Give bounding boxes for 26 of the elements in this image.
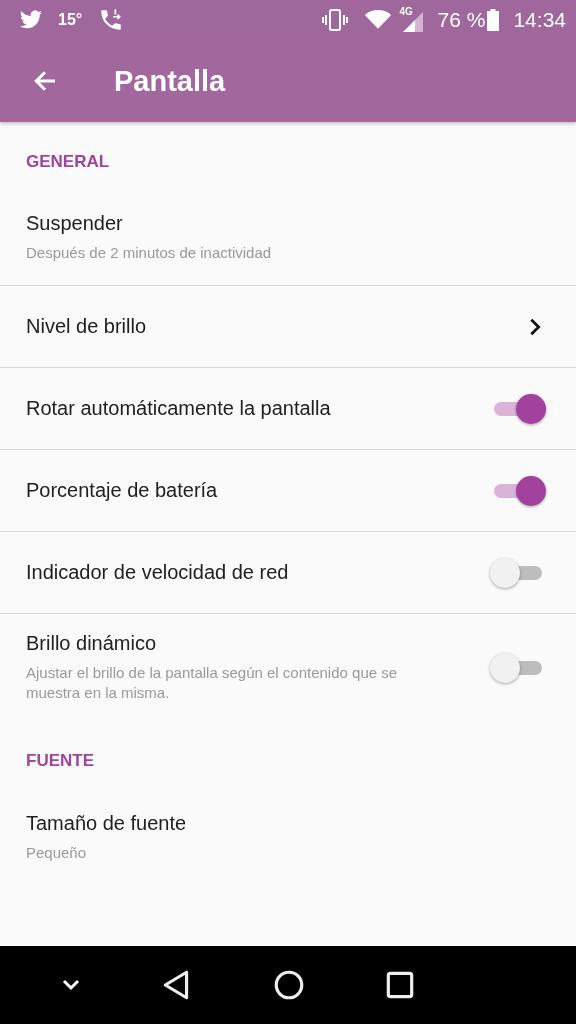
settings-item[interactable]: Indicador de velocidad de red xyxy=(0,532,576,614)
item-title: Porcentaje de batería xyxy=(26,479,218,502)
item-title: Nivel de brillo xyxy=(26,315,147,338)
item-summary: Después de 2 minutos de inactividad xyxy=(26,243,272,263)
item-summary: Ajustar el brillo de la pantalla según el contenido que se muestra en la misma. xyxy=(26,663,399,703)
battery-percent: 76 % xyxy=(437,8,486,32)
screen-title: Pantalla xyxy=(114,64,226,98)
item-title: Brillo dinámico xyxy=(26,632,158,655)
item-title: Suspender xyxy=(26,212,124,235)
vibrate-icon xyxy=(319,8,350,32)
settings-item[interactable]: Rotar automáticamente la pantalla xyxy=(0,368,576,450)
settings-item[interactable]: Nivel de brillo xyxy=(0,286,576,368)
item-title: Indicador de velocidad de red xyxy=(26,561,289,584)
item-title: Tamaño de fuente xyxy=(26,811,187,835)
section-header: FUENTE xyxy=(25,750,95,772)
clock: 14:34 xyxy=(513,8,566,32)
section-header: GENERAL xyxy=(25,151,111,173)
settings-item[interactable]: Tamaño de fuente Pequeño xyxy=(0,789,576,885)
settings-item[interactable]: Porcentaje de batería xyxy=(0,450,576,532)
wifi-icon xyxy=(363,9,392,31)
settings-item[interactable]: Brillo dinámico Ajustar el brillo de la pantalla según el contenido que se muestra en la misma. xyxy=(0,614,576,721)
battery-icon xyxy=(487,9,500,31)
temperature: 15° xyxy=(58,11,83,29)
settings-item[interactable]: Suspender Después de 2 minutos de inactividad xyxy=(0,190,576,286)
item-title: Rotar automáticamente la pantalla xyxy=(26,397,331,420)
item-summary: Pequeño xyxy=(26,842,88,863)
